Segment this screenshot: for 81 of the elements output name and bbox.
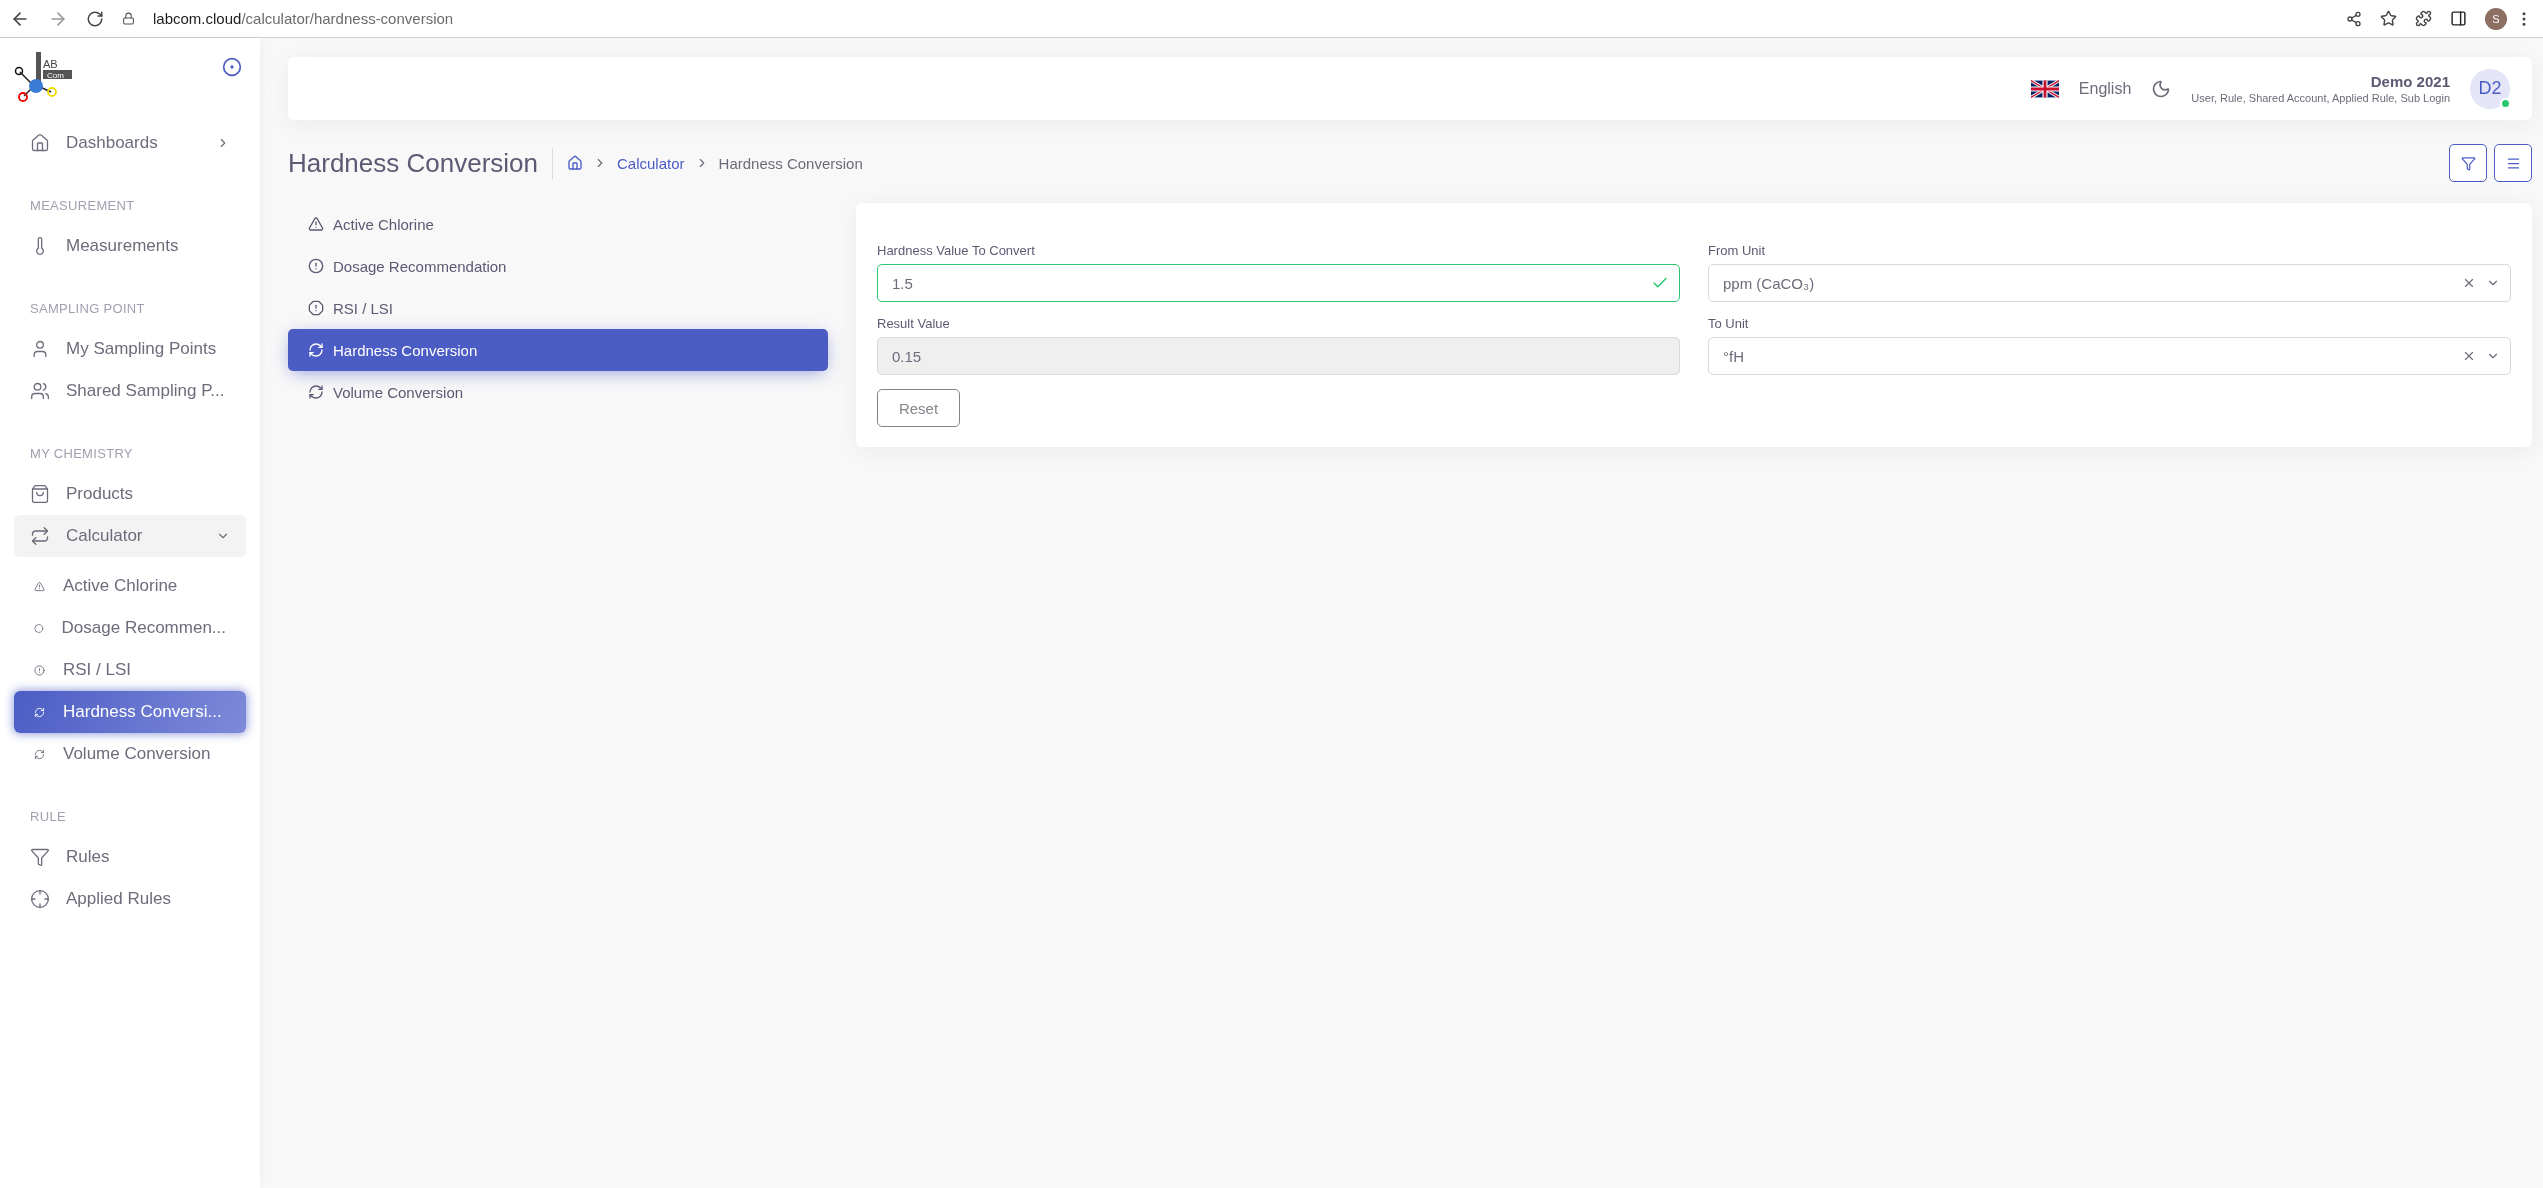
logo: AB Com (14, 52, 74, 106)
clear-icon[interactable] (2462, 349, 2476, 363)
reset-button[interactable]: Reset (877, 389, 960, 427)
address-bar-url[interactable]: labcom.cloud/calculator/hardness-conversion (153, 10, 2328, 27)
clear-icon[interactable] (2462, 276, 2476, 290)
sub-item-icon (34, 664, 45, 676)
puzzle-icon[interactable] (2415, 10, 2432, 27)
field-label: To Unit (1708, 316, 1750, 331)
profile-avatar[interactable]: S (2485, 7, 2507, 30)
user-avatar[interactable]: D2 (2470, 68, 2510, 109)
sidebar-item[interactable]: Products (14, 473, 246, 515)
sidebar-item[interactable]: Dashboards (14, 122, 246, 164)
page-title: Hardness Conversion (288, 147, 553, 179)
sidebar-item[interactable]: Shared Sampling P... (14, 370, 246, 412)
filter-button[interactable] (2449, 144, 2487, 182)
field-label: Hardness Value To Convert (877, 243, 1036, 258)
menu-item-icon (30, 133, 50, 153)
calculator-menu-item[interactable]: Dosage Recommendation (288, 245, 828, 287)
menu-item-icon (308, 258, 324, 274)
menu-item-icon (30, 889, 50, 909)
sidebar-item[interactable]: Measurements (14, 225, 246, 267)
language-selector[interactable]: English (2078, 79, 2132, 98)
sidebar-subitem[interactable]: Active Chlorine (14, 565, 246, 607)
menu-item-icon (308, 216, 324, 232)
sidebar-item[interactable]: My Sampling Points (14, 328, 246, 370)
sidebar-subitem[interactable]: Dosage Recommen... (14, 607, 246, 649)
menu-item-icon (308, 384, 324, 400)
flag-icon (2030, 79, 2059, 98)
sidebar-label: Rules (66, 847, 111, 867)
sidebar-item[interactable]: Applied Rules (14, 878, 246, 920)
moon-icon[interactable] (2151, 78, 2172, 99)
calculator-menu-item[interactable]: Hardness Conversion (288, 329, 828, 371)
sidebar-label: Products (66, 484, 135, 504)
section-heading: SAMPLING POINT (29, 300, 146, 318)
home-icon[interactable] (567, 155, 583, 171)
breadcrumb-current: Hardness Conversion (718, 154, 863, 172)
target-icon[interactable] (222, 57, 242, 77)
share-icon[interactable] (2346, 10, 2362, 27)
field-label: Result Value (877, 316, 951, 331)
star-icon[interactable] (2380, 10, 2397, 27)
breadcrumb-link[interactable]: Calculator (617, 154, 685, 172)
sub-item-icon (34, 622, 44, 634)
sidebar-subitem[interactable]: RSI / LSI (14, 649, 246, 691)
sub-item-icon (34, 748, 45, 760)
section-heading: RULE (29, 808, 67, 826)
sidebar-item[interactable]: Calculator (14, 515, 246, 557)
section-heading: MEASUREMENT (29, 197, 136, 215)
user-roles: User, Rule, Shared Account, Applied Rule, Sub Login (2191, 92, 2450, 104)
select-field[interactable]: ppm (CaCO₃) (1708, 264, 2511, 302)
menu-item-icon (308, 300, 324, 316)
menu-item-icon (30, 484, 50, 504)
section-heading: MY CHEMISTRY (29, 445, 134, 463)
user-name: Demo 2021 (2370, 73, 2450, 90)
calculator-menu-item[interactable]: Volume Conversion (288, 371, 828, 413)
input-field[interactable]: 1.5 (877, 264, 1680, 302)
menu-item-icon (30, 526, 50, 546)
sub-item-icon (34, 580, 45, 592)
sidebar-label: My Sampling Points (66, 339, 218, 359)
sidebar-label: Measurements (66, 236, 180, 256)
sidebar-subitem[interactable]: Hardness Conversi... (14, 691, 246, 733)
sub-item-icon (34, 706, 45, 718)
calculator-menu-item[interactable]: Active Chlorine (288, 203, 828, 245)
sidebar-subitem[interactable]: Volume Conversion (14, 733, 246, 775)
sidebar-label: Calculator (66, 526, 144, 546)
sidebar-item[interactable]: Rules (14, 836, 246, 878)
calculator-menu-item[interactable]: RSI / LSI (288, 287, 828, 329)
input-field[interactable]: 0.15 (877, 337, 1680, 375)
menu-item-icon (30, 847, 50, 867)
menu-button[interactable] (2494, 144, 2532, 182)
select-field[interactable]: °fH (1708, 337, 2511, 375)
filter-icon (2460, 155, 2476, 171)
reload-icon[interactable] (86, 9, 104, 28)
side-panel-icon[interactable] (2450, 10, 2467, 27)
sidebar-label: Dashboards (66, 133, 159, 153)
menu-icon (2505, 155, 2521, 171)
sidebar-label: Shared Sampling P... (66, 381, 226, 401)
menu-item-icon (30, 381, 50, 401)
sidebar-label: Applied Rules (66, 889, 172, 909)
lock-icon (122, 12, 135, 25)
menu-item-icon (308, 342, 324, 358)
field-label: From Unit (1708, 243, 1767, 258)
